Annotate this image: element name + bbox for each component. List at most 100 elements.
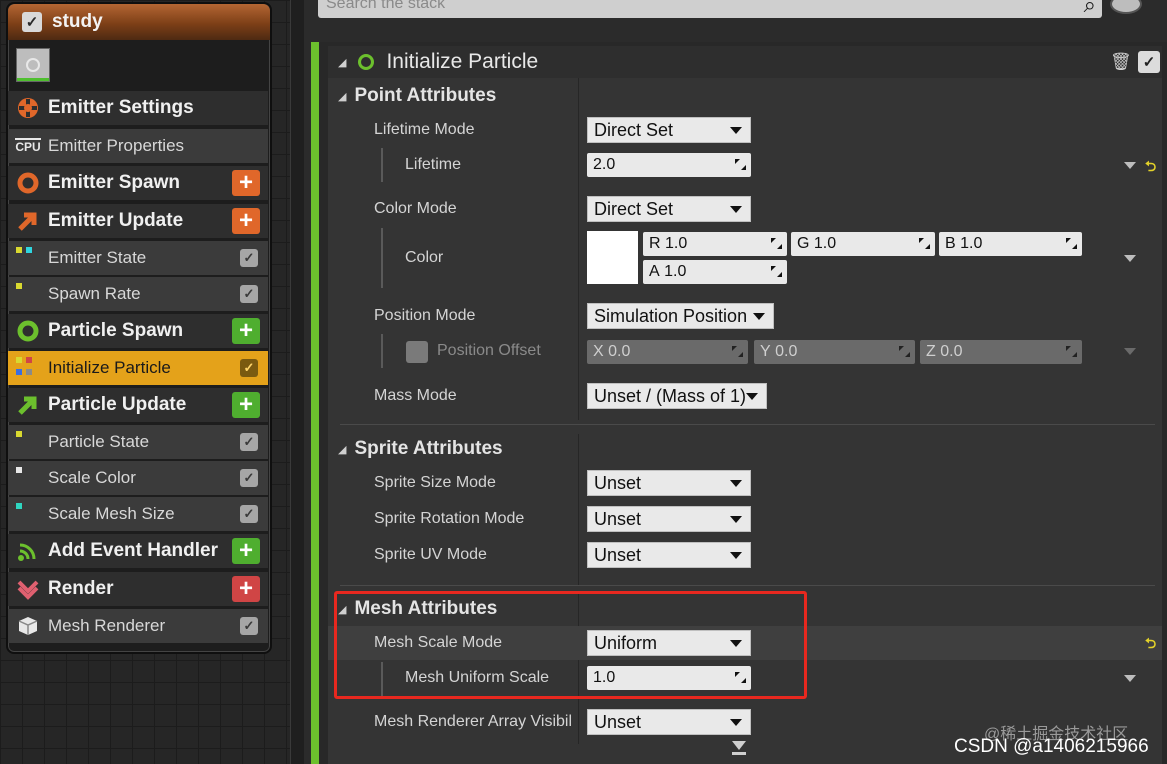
options-chevron-icon[interactable] — [1124, 348, 1136, 355]
collapse-triangle-icon[interactable]: ◢ — [338, 443, 346, 456]
emitter-thumbnail-row — [8, 40, 270, 94]
add-renderer-button[interactable]: + — [232, 576, 260, 602]
expand-corner-icon[interactable] — [899, 346, 910, 357]
emitter-header[interactable]: ✓ study — [8, 4, 270, 40]
visibility-eye-icon[interactable] — [1110, 0, 1142, 14]
channel-letter: A — [649, 263, 660, 280]
options-chevron-icon[interactable] — [1124, 255, 1136, 262]
reset-to-default-icon[interactable]: ⮌ — [1145, 633, 1156, 657]
dropdown-arrow-icon — [730, 516, 742, 523]
trash-icon[interactable]: 🗑 — [1110, 52, 1132, 72]
options-chevron-icon[interactable] — [1124, 675, 1136, 682]
mesh-renderer-array-dropdown[interactable]: Unset — [587, 709, 751, 735]
expand-corner-icon[interactable] — [771, 266, 782, 277]
color-swatch[interactable] — [587, 231, 638, 284]
indent-line — [381, 334, 383, 368]
module-enabled-checkbox[interactable]: ✓ — [240, 617, 258, 635]
section-sprite-attributes[interactable]: ◢ Sprite Attributes — [328, 431, 1162, 467]
stack-label: Add Event Handler — [48, 540, 218, 561]
module-enabled-checkbox[interactable]: ✓ — [1138, 51, 1160, 73]
lifetime-mode-dropdown[interactable]: Direct Set — [587, 117, 751, 143]
sprite-rotation-mode-dropdown[interactable]: Unset — [587, 506, 751, 532]
stack-group-emitter-update[interactable]: Emitter Update + — [8, 204, 268, 238]
dropdown-arrow-icon — [730, 206, 742, 213]
stack-group-emitter-spawn[interactable]: Emitter Spawn + — [8, 166, 268, 200]
color-r-input[interactable]: R 1.0 — [643, 232, 787, 256]
panel-splitter[interactable] — [290, 0, 304, 764]
stack-item-emitter-properties[interactable]: CPU Emitter Properties — [8, 129, 268, 163]
emitter-settings-icon — [8, 91, 48, 125]
dropdown-arrow-icon — [746, 393, 758, 400]
color-mode-dropdown[interactable]: Direct Set — [587, 196, 751, 222]
sprite-size-mode-dropdown[interactable]: Unset — [587, 470, 751, 496]
emitter-spawn-icon — [8, 166, 48, 200]
input-value: 0.0 — [775, 343, 798, 360]
expand-corner-icon[interactable] — [1066, 238, 1077, 249]
add-module-button[interactable]: + — [232, 208, 260, 234]
sprite-uv-mode-dropdown[interactable]: Unset — [587, 542, 751, 568]
expand-corner-icon[interactable] — [1066, 346, 1077, 357]
module-dots-icon — [8, 425, 48, 459]
stack-group-particle-spawn[interactable]: Particle Spawn + — [8, 314, 268, 348]
stack-item-particle-state[interactable]: Particle State ✓ — [8, 425, 268, 459]
stack-label: Particle State — [48, 432, 150, 451]
section-point-attributes[interactable]: ◢ Point Attributes — [328, 78, 1162, 114]
stack-group-render[interactable]: Render + — [8, 572, 268, 606]
expand-corner-icon[interactable] — [732, 346, 743, 357]
cube-icon — [8, 609, 48, 643]
collapse-triangle-icon[interactable]: ◢ — [338, 56, 346, 69]
stack-search-input[interactable]: Search the stack ⌕ — [318, 0, 1102, 18]
position-offset-x-input[interactable]: X 0.0 — [587, 340, 748, 364]
add-event-handler-button[interactable]: + — [232, 538, 260, 564]
expand-corner-icon[interactable] — [919, 238, 930, 249]
lifetime-label: Lifetime — [405, 156, 462, 173]
stack-group-emitter-settings[interactable]: Emitter Settings — [8, 91, 268, 125]
module-enabled-checkbox[interactable]: ✓ — [240, 359, 258, 377]
section-title: Sprite Attributes — [354, 438, 503, 459]
stack-group-particle-update[interactable]: Particle Update + — [8, 388, 268, 422]
module-enabled-checkbox[interactable]: ✓ — [240, 469, 258, 487]
add-module-button[interactable]: + — [232, 318, 260, 344]
stack-label: Mesh Renderer — [48, 616, 166, 635]
add-module-button[interactable]: + — [232, 392, 260, 418]
emitter-name: study — [52, 11, 103, 32]
highlight-annotation-box — [334, 591, 807, 699]
stack-item-spawn-rate[interactable]: Spawn Rate ✓ — [8, 277, 268, 311]
lifetime-input[interactable]: 2.0 — [587, 153, 751, 177]
dropdown-value: Direct Set — [594, 198, 674, 219]
stack-group-add-event-handler[interactable]: Add Event Handler + — [8, 534, 268, 568]
emitter-enabled-checkbox[interactable]: ✓ — [22, 12, 42, 32]
position-offset-z-input[interactable]: Z 0.0 — [920, 340, 1082, 364]
collapse-triangle-icon[interactable]: ◢ — [338, 90, 346, 103]
expand-corner-icon[interactable] — [735, 159, 746, 170]
show-advanced-arrow-icon[interactable] — [732, 741, 746, 750]
module-header[interactable]: ◢ Initialize Particle — [328, 46, 1162, 78]
color-b-input[interactable]: B 1.0 — [939, 232, 1082, 256]
stack-item-scale-mesh-size[interactable]: Scale Mesh Size ✓ — [8, 497, 268, 531]
stack-item-scale-color[interactable]: Scale Color ✓ — [8, 461, 268, 495]
stack-item-emitter-state[interactable]: Emitter State ✓ — [8, 241, 268, 275]
color-g-input[interactable]: G 1.0 — [791, 232, 935, 256]
color-a-input[interactable]: A 1.0 — [643, 260, 787, 284]
stack-item-initialize-particle[interactable]: Initialize Particle ✓ — [8, 351, 268, 385]
stack-label: Spawn Rate — [48, 284, 141, 303]
stack-item-mesh-renderer[interactable]: Mesh Renderer ✓ — [8, 609, 268, 643]
emitter-thumbnail[interactable] — [16, 48, 50, 82]
module-enabled-checkbox[interactable]: ✓ — [240, 285, 258, 303]
position-offset-y-input[interactable]: Y 0.0 — [754, 340, 915, 364]
cpu-icon: CPU — [15, 138, 41, 154]
position-mode-dropdown[interactable]: Simulation Position — [587, 303, 774, 329]
expand-corner-icon[interactable] — [771, 238, 782, 249]
module-enabled-checkbox[interactable]: ✓ — [240, 505, 258, 523]
module-enabled-checkbox[interactable]: ✓ — [240, 433, 258, 451]
search-icon[interactable]: ⌕ — [1084, 0, 1096, 18]
section-title: Point Attributes — [354, 85, 497, 106]
module-enabled-checkbox[interactable]: ✓ — [240, 249, 258, 267]
position-offset-checkbox[interactable] — [406, 341, 428, 363]
axis-letter: Y — [760, 343, 771, 360]
mass-mode-dropdown[interactable]: Unset / (Mass of 1) — [587, 383, 767, 409]
options-chevron-icon[interactable] — [1124, 162, 1136, 169]
add-module-button[interactable]: + — [232, 170, 260, 196]
particle-spawn-icon — [8, 314, 48, 348]
reset-to-default-icon[interactable]: ⮌ — [1145, 156, 1156, 180]
